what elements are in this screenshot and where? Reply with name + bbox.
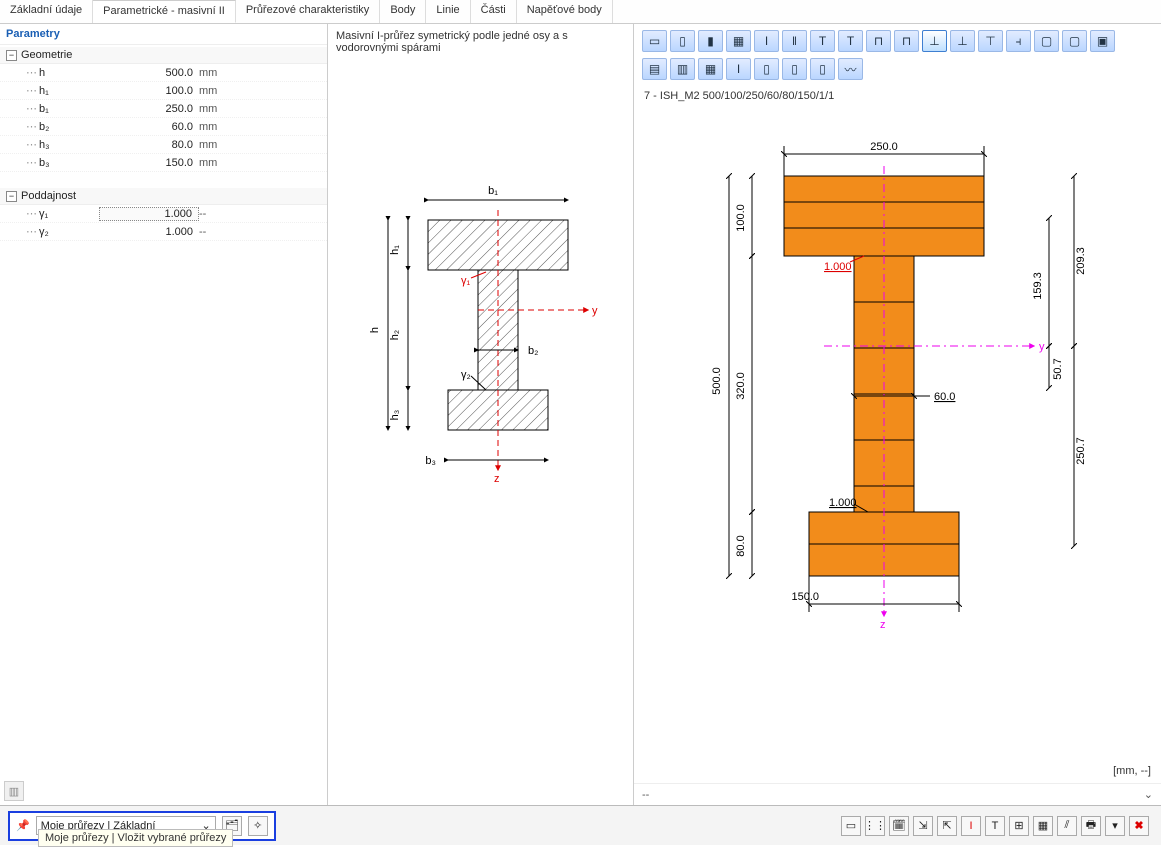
tooltip: Moje průřezy | Vložit vybrané průřezy: [38, 829, 233, 847]
section-icon[interactable]: ▭: [642, 30, 667, 52]
section-icon[interactable]: ▯: [810, 58, 835, 80]
svg-text:b₂: b₂: [528, 345, 538, 357]
tb-btn[interactable]: ▦: [1033, 816, 1053, 836]
svg-text:50.7: 50.7: [1052, 358, 1064, 379]
footer-toolbar: 📌 Moje průřezy | Základní⌄ 🗂 ✧ Moje průř…: [0, 805, 1161, 845]
param-h-value[interactable]: 500.0: [99, 67, 199, 79]
section-icon[interactable]: I: [726, 58, 751, 80]
svg-text:209.3: 209.3: [1075, 247, 1087, 275]
svg-text:γ₁: γ₁: [461, 275, 471, 287]
section-icon[interactable]: ▥: [670, 58, 695, 80]
section-icon-selected[interactable]: ⊥: [922, 30, 947, 52]
section-icon[interactable]: T: [810, 30, 835, 52]
tabs-bar: Základní údaje Parametrické - masivní II…: [0, 0, 1161, 24]
svg-text:h₂: h₂: [389, 330, 401, 340]
svg-text:150.0: 150.0: [791, 591, 819, 603]
tb-btn[interactable]: 🗓: [889, 816, 909, 836]
svg-text:320.0: 320.0: [735, 372, 747, 400]
tb-btn[interactable]: ⇱: [937, 816, 957, 836]
tb-btn[interactable]: ⫽: [1057, 816, 1077, 836]
svg-text:y: y: [592, 305, 598, 317]
tab-parts[interactable]: Části: [471, 0, 517, 23]
tb-cancel[interactable]: ✖: [1129, 816, 1149, 836]
svg-text:z: z: [880, 619, 886, 631]
parameters-panel: Parametry −Geometrie ⋯h500.0mm ⋯h₁100.0m…: [0, 24, 328, 805]
svg-text:h₁: h₁: [389, 245, 401, 255]
schematic-title: Masivní I-průřez symetrický podle jedné …: [328, 24, 633, 60]
section-icon[interactable]: ▢: [1034, 30, 1059, 52]
section-icon[interactable]: ▯: [754, 58, 779, 80]
tab-basic[interactable]: Základní údaje: [0, 0, 93, 23]
section-icon[interactable]: ▦: [726, 30, 751, 52]
parameters-title: Parametry: [0, 24, 327, 45]
library-icon[interactable]: ▥: [4, 781, 24, 801]
chevron-down-icon[interactable]: ⌄: [1144, 788, 1153, 801]
tab-parametric[interactable]: Parametrické - masivní II: [93, 0, 236, 23]
section-icon[interactable]: ▯: [782, 58, 807, 80]
tab-lines[interactable]: Linie: [426, 0, 470, 23]
section-icon[interactable]: ▢: [1062, 30, 1087, 52]
tb-btn[interactable]: ⋮⋮: [865, 816, 885, 836]
section-icon[interactable]: ▦: [698, 58, 723, 80]
section-icon[interactable]: ⊓: [866, 30, 891, 52]
section-icon[interactable]: ▯: [670, 30, 695, 52]
section-icon[interactable]: ⊓: [894, 30, 919, 52]
pin-icon[interactable]: 📌: [16, 819, 30, 832]
tb-btn[interactable]: ⊞: [1009, 816, 1029, 836]
collapse-icon[interactable]: −: [6, 50, 17, 61]
tb-print[interactable]: 🖶: [1081, 816, 1101, 836]
collapse-icon[interactable]: −: [6, 191, 17, 202]
schematic-diagram: y z b₁ h h₁ h₂ h₃ b₂ b₃ γ₁ γ₂: [328, 60, 633, 805]
svg-text:80.0: 80.0: [735, 535, 747, 556]
svg-text:60.0: 60.0: [934, 391, 955, 403]
param-gamma1-value[interactable]: 1.000: [99, 207, 199, 221]
section-icon[interactable]: ▮: [698, 30, 723, 52]
section-icon[interactable]: ⊥: [950, 30, 975, 52]
svg-text:h₃: h₃: [389, 410, 401, 421]
section-icon[interactable]: T: [838, 30, 863, 52]
section-render: y z 1.000 1.000 250.0 150.0 500.0: [634, 106, 1161, 783]
chevron-down-icon[interactable]: ▾: [1105, 816, 1125, 836]
group-poddajnost[interactable]: −Poddajnost: [0, 188, 327, 205]
svg-text:y: y: [1039, 341, 1045, 353]
svg-text:159.3: 159.3: [1032, 272, 1044, 300]
group-geometry[interactable]: −Geometrie: [0, 47, 327, 64]
section-name-label: 7 - ISH_M2 500/100/250/60/80/150/1/1: [634, 86, 1161, 106]
add-button[interactable]: ✧: [248, 816, 268, 836]
svg-text:500.0: 500.0: [711, 367, 723, 395]
tb-btn[interactable]: T: [985, 816, 1005, 836]
preview-panel: ▭ ▯ ▮ ▦ I ‖ T T ⊓ ⊓ ⊥ ⊥ ⊤ ⫞ ▢ ▢ ▣ ▤ ▥ ▦ …: [634, 24, 1161, 805]
tb-btn[interactable]: ⇲: [913, 816, 933, 836]
section-icon[interactable]: ⫞: [1006, 30, 1031, 52]
svg-text:γ₂: γ₂: [461, 369, 471, 381]
section-icon[interactable]: 〰: [838, 58, 863, 80]
tab-points[interactable]: Body: [380, 0, 426, 23]
schematic-panel: Masivní I-průřez symetrický podle jedné …: [328, 24, 634, 805]
svg-text:1.000: 1.000: [824, 261, 852, 273]
svg-text:250.0: 250.0: [870, 141, 898, 153]
section-type-toolbar: ▭ ▯ ▮ ▦ I ‖ T T ⊓ ⊓ ⊥ ⊥ ⊤ ⫞ ▢ ▢ ▣ ▤ ▥ ▦ …: [634, 24, 1161, 86]
section-icon[interactable]: ▣: [1090, 30, 1115, 52]
units-label: [mm, --]: [1113, 765, 1151, 777]
svg-text:b₁: b₁: [488, 185, 498, 197]
section-icon[interactable]: ⊤: [978, 30, 1003, 52]
tab-characteristics[interactable]: Průřezové charakteristiky: [236, 0, 381, 23]
svg-text:h: h: [369, 327, 381, 333]
svg-text:250.7: 250.7: [1075, 437, 1087, 465]
tb-view[interactable]: ▭: [841, 816, 861, 836]
svg-text:b₃: b₃: [425, 455, 436, 467]
section-icon[interactable]: ▤: [642, 58, 667, 80]
svg-text:z: z: [494, 473, 500, 485]
status-text: --: [642, 789, 649, 801]
section-icon[interactable]: I: [754, 30, 779, 52]
svg-text:1.000: 1.000: [829, 497, 857, 509]
section-icon[interactable]: ‖: [782, 30, 807, 52]
svg-text:100.0: 100.0: [735, 204, 747, 232]
tb-btn[interactable]: I: [961, 816, 981, 836]
tab-stress-points[interactable]: Napěťové body: [517, 0, 613, 23]
param-h-name: h: [39, 67, 99, 79]
